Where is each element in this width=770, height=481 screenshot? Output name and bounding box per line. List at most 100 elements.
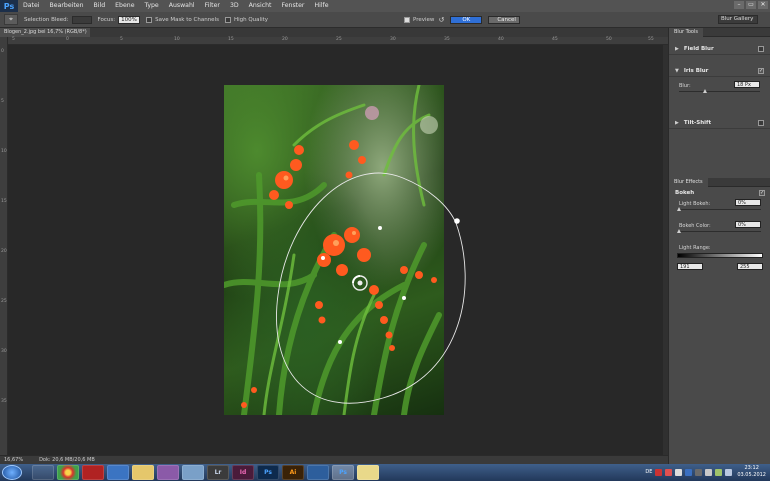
ruler-tick: 20 <box>282 37 288 42</box>
flag-tray-icon[interactable] <box>725 468 733 476</box>
light-range-high-field[interactable]: 255 <box>737 263 763 270</box>
bokeh-row[interactable]: Bokeh ✓ <box>669 187 770 199</box>
blur-amount-label: Blur: <box>679 83 691 89</box>
ruler-tick: 30 <box>390 37 396 42</box>
preview-checkbox[interactable] <box>404 16 411 23</box>
folder-app-icon[interactable] <box>132 465 154 480</box>
light-range-gradient[interactable] <box>677 253 763 258</box>
field-blur-row[interactable]: ▶ Field Blur <box>669 43 770 55</box>
collapse-triangle-icon[interactable]: ▼ <box>675 68 679 74</box>
menu-type[interactable]: Type <box>140 0 164 12</box>
feather-point[interactable] <box>378 226 382 230</box>
light-bokeh-knob[interactable] <box>677 207 681 211</box>
photoshop-app-icon[interactable]: Ps <box>257 465 279 480</box>
canvas-area[interactable] <box>8 45 663 455</box>
photoshop-active-app-icon[interactable]: Ps <box>332 465 354 480</box>
workspace-select[interactable]: Blur Gallery <box>718 15 758 24</box>
minimize-button[interactable]: – <box>734 1 744 9</box>
language-indicator[interactable]: DE <box>645 469 652 475</box>
right-panels: Blur Tools ▶ Field Blur ▼ Iris Blur ✓ Bl… <box>668 28 770 464</box>
blur-pin-center[interactable] <box>357 280 363 286</box>
options-bar: ⌖ Selection Bleed: Focus: 100% Save Mask… <box>0 12 770 28</box>
document-tab[interactable]: Blogen_2.jpg bei 16,7% (RGB/8*) × <box>0 28 90 44</box>
thunderbird-app-icon[interactable] <box>107 465 129 480</box>
ok-button[interactable]: OK <box>450 15 483 24</box>
doc-size: Dok: 20,6 MB/20,6 MB <box>39 457 95 463</box>
blur-amount-field[interactable]: 18 Px <box>734 81 760 88</box>
light-range-low-field[interactable]: 191 <box>677 263 703 270</box>
light-bokeh-slider[interactable] <box>677 207 761 211</box>
save-mask-label: Save Mask to Channels <box>155 16 219 23</box>
filezilla-app-icon[interactable] <box>82 465 104 480</box>
tilt-shift-row[interactable]: ▶ Tilt-Shift <box>669 117 770 129</box>
start-button[interactable] <box>2 465 22 480</box>
expand-triangle-icon[interactable]: ▶ <box>675 46 679 52</box>
zoom-level[interactable]: 16,67% <box>4 457 23 463</box>
system-clock[interactable]: 23:12 03.05.2012 <box>737 465 766 479</box>
bokeh-color-knob[interactable] <box>677 229 681 233</box>
menu-3d[interactable]: 3D <box>225 0 244 12</box>
field-blur-checkbox[interactable] <box>758 45 764 52</box>
mail-tray-icon[interactable] <box>655 468 663 476</box>
maximize-button[interactable]: ▭ <box>746 1 756 9</box>
updates-tray-icon[interactable] <box>695 468 703 476</box>
explorer-app-icon[interactable] <box>32 465 54 480</box>
explorer2-app-icon[interactable] <box>182 465 204 480</box>
bokeh-color-field[interactable]: 0% <box>735 221 761 228</box>
focus-field[interactable]: 100% <box>118 15 141 24</box>
tilt-shift-checkbox[interactable] <box>758 119 764 126</box>
menu-bild[interactable]: Bild <box>89 0 111 12</box>
menu-datei[interactable]: Datei <box>18 0 45 12</box>
menu-bearbeiten[interactable]: Bearbeiten <box>45 0 89 12</box>
feather-point[interactable] <box>321 256 325 260</box>
battery-tray-icon[interactable] <box>715 468 723 476</box>
vertical-ruler[interactable]: 0 5 10 15 20 25 30 35 <box>0 37 8 456</box>
blur-slider[interactable] <box>679 89 760 93</box>
selection-bleed-field[interactable] <box>71 15 92 24</box>
ruler-tick: 5 <box>120 37 123 42</box>
save-mask-checkbox[interactable] <box>146 16 153 23</box>
iris-ellipse[interactable] <box>276 172 466 404</box>
illustrator-app-icon[interactable]: Ai <box>282 465 304 480</box>
menu-ansicht[interactable]: Ansicht <box>244 0 277 12</box>
antivirus-tray-icon[interactable] <box>665 468 673 476</box>
menu-filter[interactable]: Filter <box>200 0 225 12</box>
folder2-app-icon[interactable] <box>357 465 379 480</box>
close-button[interactable]: ✕ <box>758 1 768 9</box>
high-quality-checkbox[interactable] <box>224 16 231 23</box>
iris-blur-checkbox[interactable]: ✓ <box>758 67 764 74</box>
light-bokeh-field[interactable]: 0% <box>735 199 761 206</box>
bokeh-color-slider[interactable] <box>677 229 761 233</box>
chrome-app-icon[interactable] <box>57 465 79 480</box>
expand-triangle-icon[interactable]: ▶ <box>675 120 679 126</box>
tab-blur-effects[interactable]: Blur Effects <box>669 178 708 187</box>
iris-blur-overlay[interactable] <box>8 45 663 455</box>
focus-tool-icon[interactable]: ⌖ <box>4 14 18 25</box>
menu-hilfe[interactable]: Hilfe <box>309 0 333 12</box>
tab-blur-tools[interactable]: Blur Tools <box>669 28 703 37</box>
bluetooth-tray-icon[interactable] <box>685 468 693 476</box>
ruler-tick: 30 <box>1 349 7 354</box>
indesign2-app-icon[interactable]: Id <box>232 465 254 480</box>
ruler-tick: 10 <box>1 149 7 154</box>
windows-taskbar: Lr Id Ps Ai Ps DE 23:12 03.05.2012 <box>0 464 770 481</box>
lightroom-app-icon[interactable]: Lr <box>207 465 229 480</box>
menu-auswahl[interactable]: Auswahl <box>164 0 200 12</box>
network-tray-icon[interactable] <box>675 468 683 476</box>
bokeh-checkbox[interactable]: ✓ <box>759 190 765 196</box>
horizontal-ruler[interactable]: 5 0 5 10 15 20 25 30 35 40 45 50 55 <box>8 37 668 45</box>
feather-point[interactable] <box>338 340 342 344</box>
reset-pins-icon[interactable]: ↺ <box>438 16 444 24</box>
preview-label: Preview <box>413 16 435 23</box>
indesign-app-icon[interactable] <box>157 465 179 480</box>
menu-ebene[interactable]: Ebene <box>110 0 139 12</box>
feather-point[interactable] <box>402 296 406 300</box>
camera-app-icon[interactable] <box>307 465 329 480</box>
menu-fenster[interactable]: Fenster <box>277 0 310 12</box>
ruler-tick: 5 <box>1 99 4 104</box>
speaker-tray-icon[interactable] <box>705 468 713 476</box>
cancel-button[interactable]: Cancel <box>488 15 521 24</box>
blur-slider-knob[interactable] <box>702 89 707 93</box>
iris-handle[interactable] <box>454 218 460 224</box>
iris-blur-row[interactable]: ▼ Iris Blur ✓ <box>669 65 770 77</box>
